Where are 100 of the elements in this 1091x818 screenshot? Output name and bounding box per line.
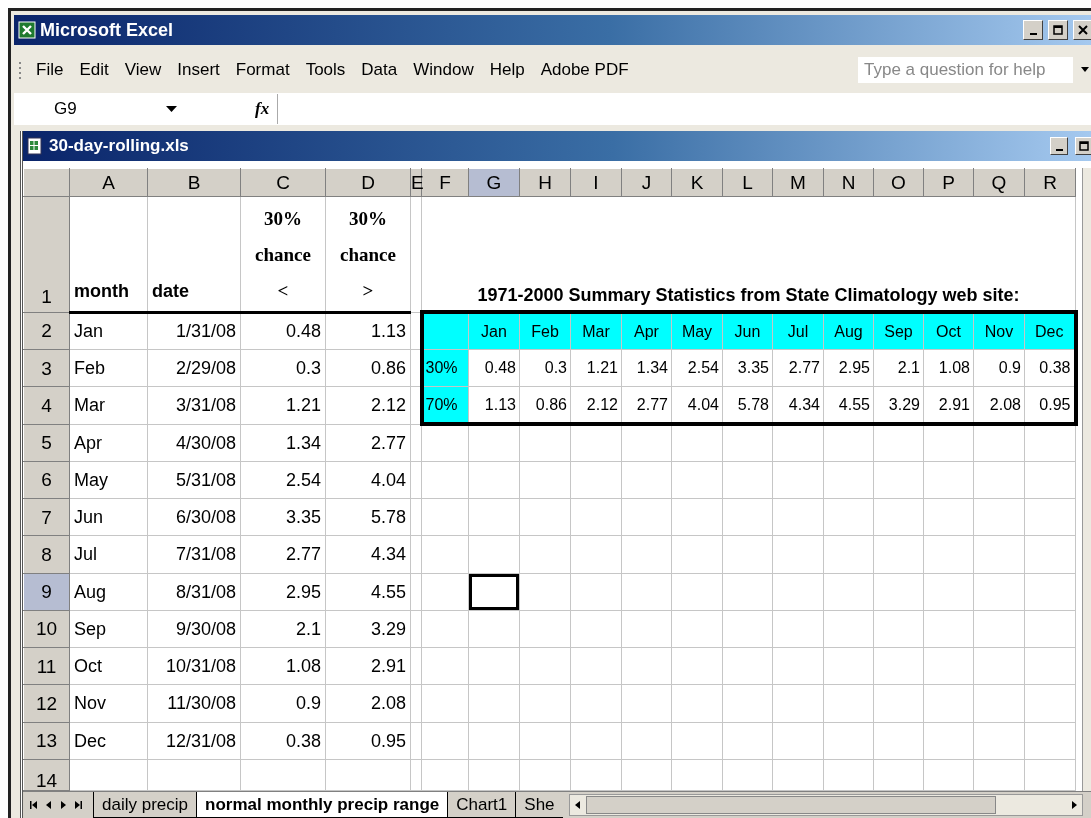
horizontal-scrollbar[interactable] — [568, 794, 1083, 816]
table-cell: 2.77 — [621, 386, 672, 425]
column-header[interactable]: L — [722, 168, 773, 197]
row-header[interactable]: 4 — [23, 386, 70, 425]
table-header-cell: Sep — [873, 312, 924, 350]
row-header[interactable]: 3 — [23, 349, 70, 387]
sheet-tab[interactable]: normal monthly precip range — [196, 792, 448, 818]
maximize-icon — [1079, 141, 1089, 151]
table-cell: 1.34 — [621, 349, 672, 387]
menu-item[interactable]: Help — [481, 60, 533, 80]
table-cell: 4.34 — [325, 535, 411, 574]
row-header[interactable]: 5 — [23, 424, 70, 462]
minimize-icon — [1029, 33, 1037, 35]
row-header[interactable]: 12 — [23, 684, 70, 723]
name-box[interactable]: G9 — [14, 99, 126, 119]
table-header-cell: date — [147, 196, 241, 313]
column-header[interactable]: H — [519, 168, 571, 197]
table-cell: 4/30/08 — [147, 424, 241, 462]
table-header-cell: Mar — [570, 312, 622, 350]
table-cell: 1.21 — [240, 386, 326, 425]
table-cell: 2.77 — [240, 535, 326, 574]
menu-item[interactable]: Tools — [297, 60, 354, 80]
table-cell: Mar — [69, 386, 148, 425]
row-header[interactable]: 14 — [23, 759, 70, 791]
table-cell: 1.34 — [240, 424, 326, 462]
spreadsheet-icon — [18, 21, 36, 39]
row-header[interactable]: 6 — [23, 461, 70, 499]
maximize-button[interactable] — [1048, 20, 1068, 40]
maximize-button[interactable] — [1075, 137, 1091, 155]
row-header[interactable]: 9 — [23, 573, 70, 611]
table-cell: 0.38 — [240, 722, 326, 760]
minimize-button[interactable] — [1050, 137, 1068, 155]
table-cell: 1.21 — [570, 349, 622, 387]
table-cell: 0.9 — [240, 684, 326, 723]
table-cell: Oct — [69, 647, 148, 685]
table-cell: Jun — [69, 498, 148, 536]
sheet-tab[interactable]: Chart1 — [447, 792, 516, 818]
column-header[interactable]: A — [69, 168, 148, 197]
column-header[interactable]: O — [873, 168, 924, 197]
help-search-field[interactable]: Type a question for help — [858, 57, 1073, 83]
table-cell: 4.04 — [325, 461, 411, 499]
column-header[interactable]: R — [1024, 168, 1076, 197]
row-header[interactable]: 13 — [23, 722, 70, 760]
menu-item[interactable]: Window — [405, 60, 482, 80]
table-cell: Apr — [69, 424, 148, 462]
table-cell: 10/31/08 — [147, 647, 241, 685]
table-cell: Aug — [69, 573, 148, 611]
menu-item[interactable]: Edit — [71, 60, 117, 80]
table-cell: 0.3 — [519, 349, 571, 387]
table-cell: Sep — [69, 610, 148, 648]
function-label[interactable]: fx — [255, 99, 270, 119]
last-sheet-icon[interactable] — [73, 800, 83, 810]
column-header[interactable]: B — [147, 168, 241, 197]
minimize-button[interactable] — [1023, 20, 1043, 40]
row-header[interactable]: 1 — [23, 196, 70, 313]
table-cell: 0.9 — [973, 349, 1025, 387]
menu-item[interactable]: Data — [353, 60, 406, 80]
table-cell: 5.78 — [325, 498, 411, 536]
table-cell: 3.29 — [873, 386, 924, 425]
sheet-tab[interactable]: She — [515, 792, 563, 818]
column-header[interactable]: D — [325, 168, 411, 197]
table-cell: 2.12 — [325, 386, 411, 425]
active-cell[interactable] — [468, 573, 520, 611]
column-header[interactable]: P — [923, 168, 974, 197]
scroll-left-icon[interactable] — [573, 800, 582, 810]
table-cell: 7/31/08 — [147, 535, 241, 574]
column-header[interactable]: C — [240, 168, 326, 197]
row-header[interactable]: 11 — [23, 647, 70, 685]
dropdown-caret-icon[interactable] — [166, 105, 177, 113]
close-button[interactable] — [1073, 20, 1091, 40]
dropdown-caret-icon[interactable] — [1081, 67, 1089, 73]
table-header-cell: May — [671, 312, 723, 350]
menu-item[interactable]: Adobe PDF — [532, 60, 637, 80]
table-cell: May — [69, 461, 148, 499]
table-cell: 5.78 — [722, 386, 773, 425]
column-header[interactable]: E — [410, 168, 422, 197]
row-header[interactable]: 2 — [23, 312, 70, 350]
column-header[interactable]: J — [621, 168, 672, 197]
scroll-right-icon[interactable] — [1070, 800, 1078, 810]
menu-item[interactable]: Format — [227, 60, 298, 80]
column-header[interactable]: G — [468, 168, 520, 197]
previous-sheet-icon[interactable] — [45, 800, 53, 810]
menu-item[interactable]: File — [28, 60, 72, 80]
column-header[interactable]: I — [570, 168, 622, 197]
first-sheet-icon[interactable] — [29, 800, 39, 810]
menu-item[interactable]: View — [116, 60, 170, 80]
menu-item[interactable]: Insert — [169, 60, 228, 80]
column-header[interactable]: Q — [973, 168, 1025, 197]
row-header[interactable]: 10 — [23, 610, 70, 648]
table-header-cell: Jun — [722, 312, 773, 350]
sheet-tab[interactable]: daily precip — [93, 792, 196, 818]
row-header[interactable]: 7 — [23, 498, 70, 536]
table-cell: Feb — [69, 349, 148, 387]
column-header[interactable]: K — [671, 168, 723, 197]
next-sheet-icon[interactable] — [59, 800, 67, 810]
column-header[interactable]: M — [772, 168, 824, 197]
row-header[interactable]: 8 — [23, 535, 70, 574]
table-cell: Nov — [69, 684, 148, 723]
table-cell: 1.08 — [923, 349, 974, 387]
column-header[interactable]: N — [823, 168, 874, 197]
